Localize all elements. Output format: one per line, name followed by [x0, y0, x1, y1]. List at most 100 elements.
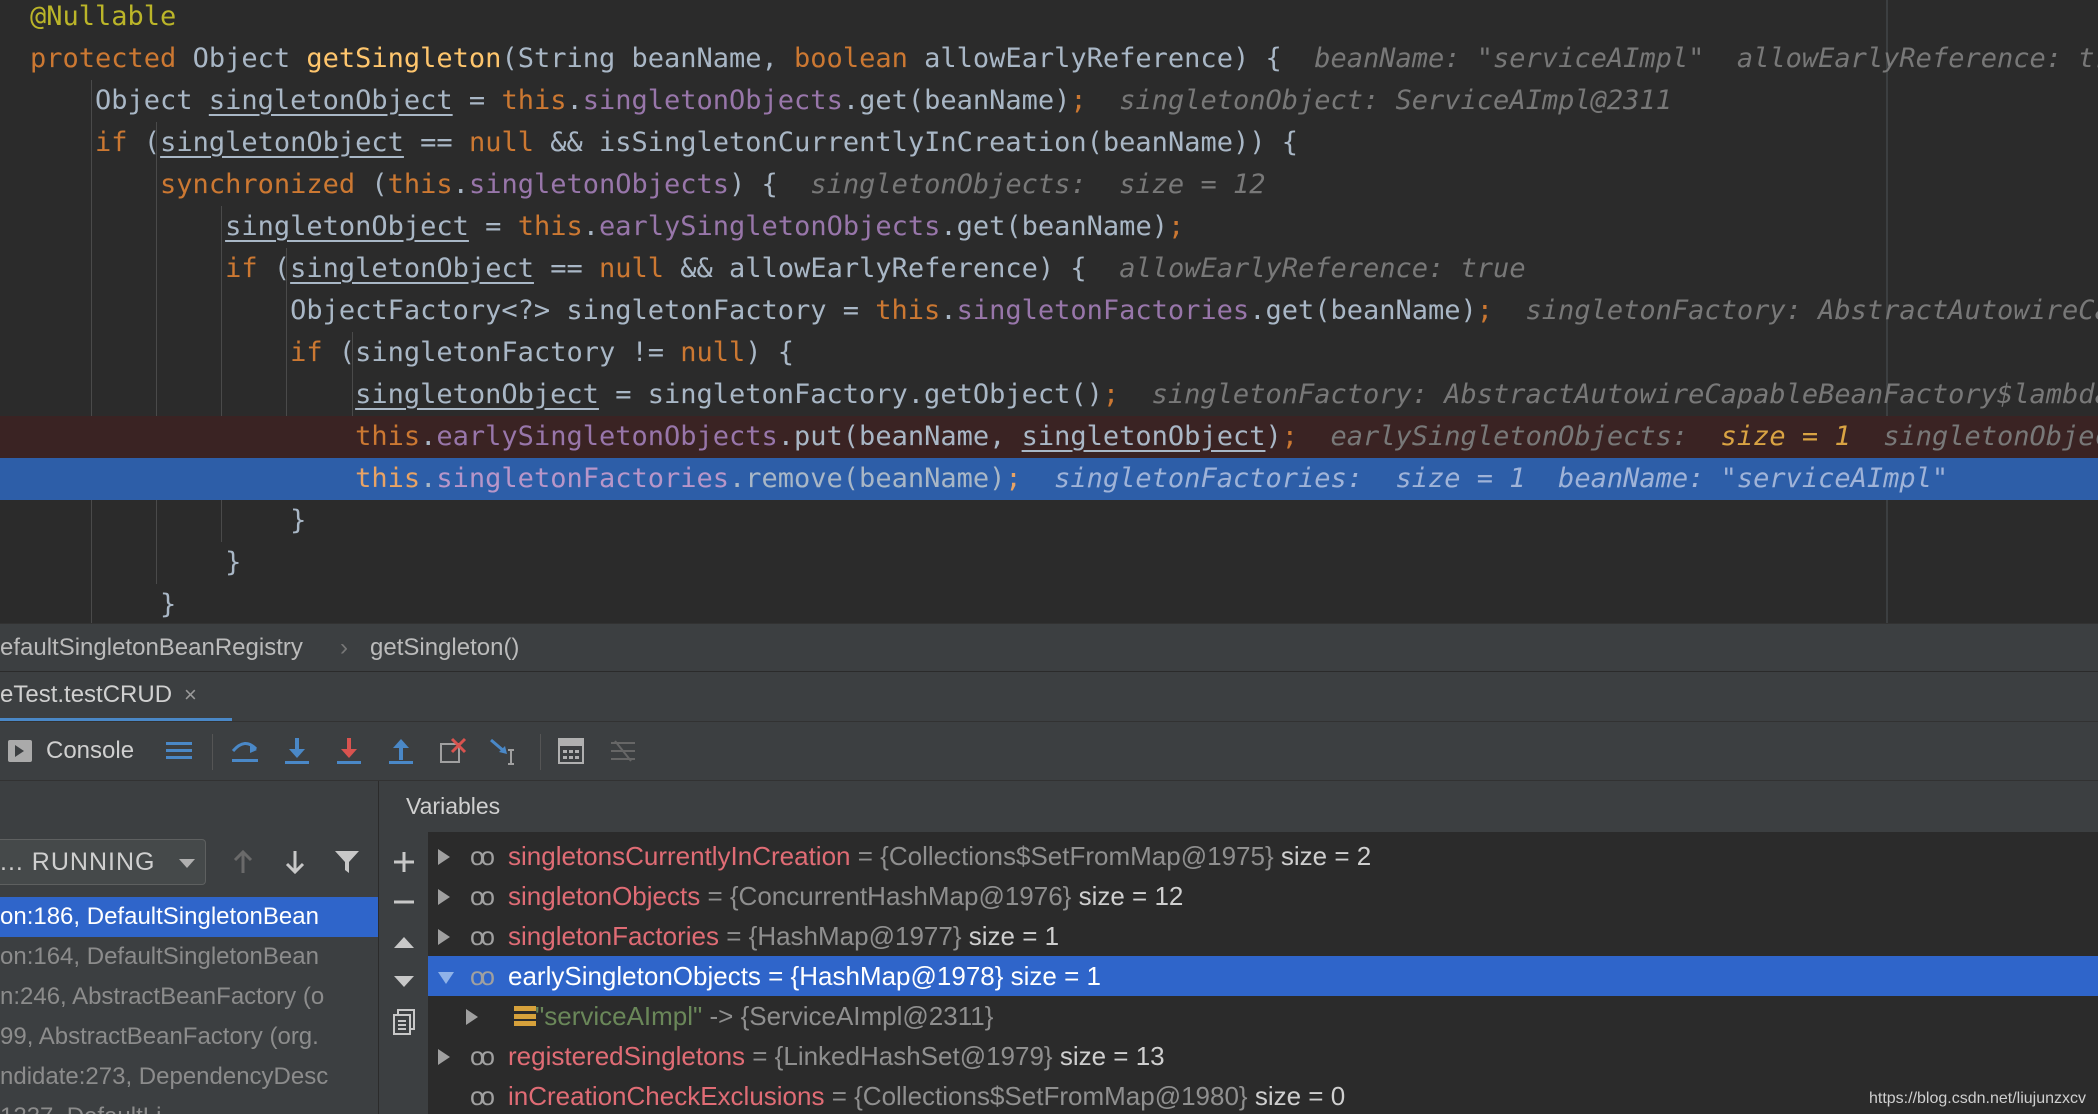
- chevron-right-icon[interactable]: [438, 889, 450, 905]
- breadcrumb-class[interactable]: efaultSingletonBeanRegistry: [0, 624, 303, 672]
- code-line[interactable]: Object singletonObject = this.singletonO…: [0, 80, 2098, 122]
- inline-value-hint: singletonFactories: size = 1 beanName: "…: [1054, 463, 1949, 494]
- code-line-current[interactable]: this.singletonFactories.remove(beanName)…: [0, 458, 2098, 500]
- code-token: singletonObject: [208, 85, 453, 116]
- variable-row[interactable]: oo singletonObjects = {ConcurrentHashMap@…: [428, 876, 2098, 916]
- variable-entry-row[interactable]: "serviceAImpl" -> {ServiceAImpl@2311}: [428, 996, 2098, 1036]
- thread-selector[interactable]: ... RUNNING: [0, 839, 206, 885]
- debug-toolbar: Console: [0, 721, 2098, 781]
- code-line[interactable]: synchronized (this.singletonObjects) { s…: [0, 164, 2098, 206]
- stack-frame-label: n:246, AbstractBeanFactory (o: [0, 983, 325, 1010]
- watch-field-icon: oo: [470, 1081, 495, 1111]
- code-token: .: [582, 211, 599, 242]
- code-token: .: [420, 463, 437, 494]
- evaluate-expression-icon[interactable]: [552, 732, 590, 770]
- minus-icon[interactable]: [385, 883, 423, 921]
- code-line[interactable]: ObjectFactory<?> singletonFactory = this…: [0, 290, 2098, 332]
- inline-value-hint: size = 1: [1720, 421, 1851, 452]
- variable-row[interactable]: oo registeredSingletons = {LinkedHashSet@…: [428, 1036, 2098, 1076]
- chevron-down-icon[interactable]: [438, 972, 454, 984]
- stack-frame-row[interactable]: 1237, DefaultLi: [0, 1097, 378, 1114]
- variable-name: registeredSingletons: [508, 1041, 746, 1071]
- step-over-icon[interactable]: [226, 732, 264, 770]
- code-line-breakpoint[interactable]: this.earlySingletonObjects.put(beanName,…: [0, 416, 2098, 458]
- variables-title: Variables: [406, 793, 501, 819]
- code-line[interactable]: if (singletonFactory != null) {: [0, 332, 2098, 374]
- code-line[interactable]: if (singletonObject == null && allowEarl…: [0, 248, 2098, 290]
- stack-frame-row[interactable]: ndidate:273, DependencyDesc: [0, 1057, 378, 1097]
- arrow-down-icon[interactable]: [276, 843, 314, 881]
- triangle-up-icon[interactable]: [385, 923, 423, 961]
- force-step-into-icon[interactable]: [330, 732, 368, 770]
- watch-field-icon: oo: [470, 921, 495, 951]
- arrow-up-icon[interactable]: [224, 843, 262, 881]
- close-icon[interactable]: ×: [184, 682, 197, 707]
- layout-icon[interactable]: [160, 732, 198, 770]
- stack-frame-row[interactable]: on:186, DefaultSingletonBean: [0, 897, 378, 937]
- chevron-right-icon[interactable]: [438, 929, 450, 945]
- trace-stream-icon[interactable]: [604, 732, 642, 770]
- code-token: if: [225, 253, 274, 284]
- code-line[interactable]: @Nullable: [0, 0, 2098, 38]
- code-line[interactable]: }: [0, 584, 2098, 623]
- code-line[interactable]: singletonObject = singletonFactory.getOb…: [0, 374, 2098, 416]
- code-token: ;: [1476, 295, 1526, 326]
- variable-size: size = 1: [1010, 961, 1101, 991]
- code-token: singletonObjects: [468, 169, 730, 200]
- code-token: ;: [1167, 211, 1185, 242]
- code-token: =: [468, 211, 518, 242]
- code-token: @Nullable: [30, 1, 177, 32]
- code-token: ) {: [729, 169, 811, 200]
- stack-frame-label: 1237, DefaultLi: [0, 1103, 161, 1114]
- chevron-right-icon[interactable]: [466, 1009, 478, 1025]
- step-into-icon[interactable]: [278, 732, 316, 770]
- code-line[interactable]: }: [0, 542, 2098, 584]
- code-token: singletonFactories: [956, 295, 1250, 326]
- run-to-cursor-icon[interactable]: [486, 732, 524, 770]
- code-token: singletonObjects: [582, 85, 843, 116]
- code-line[interactable]: protected Object getSingleton(String bea…: [0, 38, 2098, 80]
- code-token: && allowEarlyReference) {: [680, 253, 1120, 284]
- triangle-down-icon[interactable]: [385, 963, 423, 1001]
- stack-frame-label: on:186, DefaultSingletonBean: [0, 903, 319, 930]
- code-token: this: [355, 463, 421, 494]
- code-token: Object: [192, 43, 307, 74]
- console-tab-button[interactable]: Console: [8, 732, 134, 770]
- entry-value: -> {ServiceAImpl@2311}: [702, 1001, 994, 1031]
- variable-row[interactable]: oo earlySingletonObjects = {HashMap@1978}…: [428, 956, 2098, 996]
- drop-frame-icon[interactable]: [434, 732, 472, 770]
- code-token: ;: [1070, 85, 1120, 116]
- code-line[interactable]: }: [0, 500, 2098, 542]
- code-token: singletonObject: [225, 211, 469, 242]
- inline-value-hint: singletonObject: ServiceAImpl@2311: [1119, 85, 1672, 116]
- stack-frame-row[interactable]: n:246, AbstractBeanFactory (o: [0, 977, 378, 1017]
- code-token: getSingleton: [306, 43, 502, 74]
- breadcrumb-method[interactable]: getSingleton(): [370, 624, 519, 672]
- variable-text: earlySingletonObjects = {HashMap@1978} s…: [508, 956, 1101, 996]
- map-entry-icon: [514, 1006, 536, 1026]
- code-token: .get(beanName): [940, 211, 1168, 242]
- thread-label: ... RUNNING: [0, 848, 156, 876]
- chevron-right-icon[interactable]: [438, 1049, 450, 1065]
- variable-name: singletonFactories: [508, 921, 719, 951]
- stack-frame-row[interactable]: on:164, DefaultSingletonBean: [0, 937, 378, 977]
- tab-debug-session[interactable]: eTest.testCRUD ×: [0, 672, 232, 722]
- variable-row[interactable]: oo singletonsCurrentlyInCreation = {Colle…: [428, 836, 2098, 876]
- step-out-icon[interactable]: [382, 732, 420, 770]
- variable-row[interactable]: oo singletonFactories = {HashMap@1977} si…: [428, 916, 2098, 956]
- code-token: .put(beanName,: [777, 421, 1022, 452]
- chevron-right-icon[interactable]: [438, 849, 450, 865]
- code-token: earlySingletonObjects: [599, 211, 941, 242]
- stack-frame-row[interactable]: 99, AbstractBeanFactory (org.: [0, 1017, 378, 1057]
- code-line[interactable]: singletonObject = this.earlySingletonObj…: [0, 206, 2098, 248]
- debug-tab-bar: eTest.testCRUD ×: [0, 671, 2098, 722]
- plus-icon[interactable]: [385, 843, 423, 881]
- variable-row[interactable]: oo inCreationCheckExclusions = {Collectio…: [428, 1076, 2098, 1114]
- code-token: ): [1265, 421, 1282, 452]
- copy-icon[interactable]: [385, 1003, 423, 1041]
- code-line[interactable]: if (singletonObject == null && isSinglet…: [0, 122, 2098, 164]
- filter-icon[interactable]: [328, 843, 366, 881]
- code-editor[interactable]: @Nullable protected Object getSingleton(S…: [0, 0, 2098, 623]
